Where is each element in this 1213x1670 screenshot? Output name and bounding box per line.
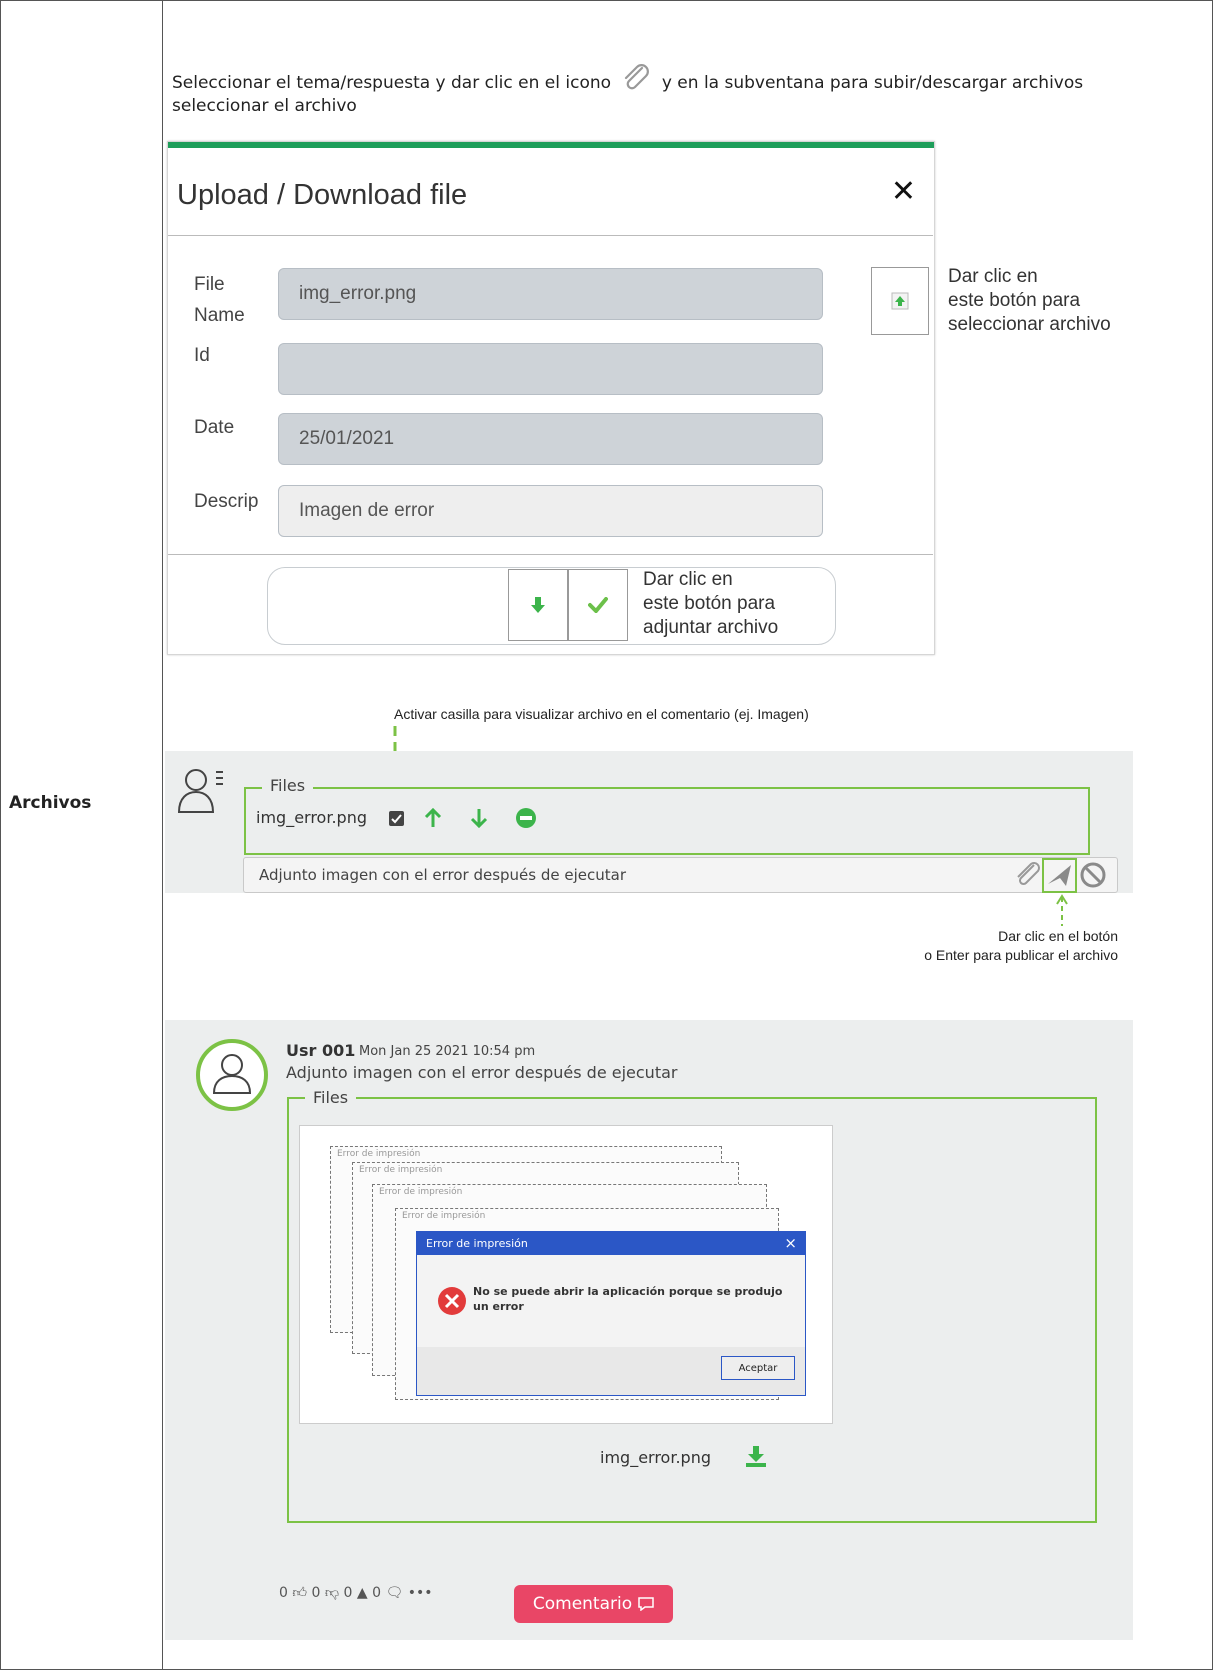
annotation-publish-line1: Dar clic en el botón (998, 928, 1118, 944)
id-label: Id (194, 345, 210, 366)
file-name-label-line1: File (194, 274, 225, 295)
date-label: Date (194, 417, 235, 438)
row-label: Archivos (9, 793, 92, 813)
dashed-arrow-up (1056, 894, 1068, 926)
stacked-window-title: Error de impresión (337, 1149, 421, 1159)
upload-download-dialog: Upload / Download file ✕ File Name img_e… (167, 141, 935, 655)
column-separator (162, 0, 163, 1670)
cancel-icon[interactable] (1079, 861, 1107, 889)
close-icon: × (784, 1234, 797, 1252)
arrow-down-icon[interactable] (470, 808, 488, 828)
files-fieldset: Files Error de impresión Error de impres… (287, 1088, 1097, 1523)
annotation-line: este botón para (643, 593, 776, 614)
files-legend: Files (305, 1088, 357, 1107)
upload-file-icon (891, 292, 909, 310)
file-name-label: File Name (194, 269, 245, 331)
post-timestamp: Mon Jan 25 2021 10:54 pm (359, 1044, 536, 1059)
instruction-text: Seleccionar el tema/respuesta y dar clic… (172, 62, 1092, 118)
comment-button[interactable]: Comentario (514, 1585, 673, 1623)
error-icon (438, 1287, 466, 1315)
comment-button-label: Comentario (532, 1594, 633, 1614)
annotation-line: seleccionar archivo (948, 314, 1111, 335)
dialog-accent-bar (168, 142, 934, 148)
file-name-field[interactable]: img_error.png (278, 268, 823, 320)
description-field[interactable]: Imagen de error (278, 485, 823, 537)
download-button[interactable] (508, 569, 568, 641)
show-in-comment-checkbox[interactable] (389, 811, 404, 826)
speech-bubble-icon (638, 1597, 654, 1611)
error-dialog: Error de impresión × No se puede abrir l… (416, 1231, 806, 1396)
date-field[interactable]: 25/01/2021 (278, 413, 823, 465)
close-icon[interactable]: ✕ (891, 174, 916, 209)
dialog-footer (168, 554, 933, 654)
annotation-line: Dar clic en (948, 266, 1038, 287)
user-icon (212, 1054, 252, 1094)
comments-count: 0 (372, 1585, 382, 1601)
description-label: Descrip (194, 491, 259, 512)
thumbs-up-icon[interactable]: 👍︎ (288, 1585, 312, 1601)
attach-confirm-button[interactable] (568, 569, 628, 641)
error-message-line2: un error (473, 1300, 524, 1313)
ok-button: Aceptar (721, 1356, 795, 1380)
arrow-down-icon (531, 597, 545, 613)
publish-button[interactable] (1042, 858, 1077, 893)
thumbs-down-icon[interactable]: 👎︎ (320, 1585, 343, 1601)
download-icon[interactable] (744, 1444, 768, 1468)
annotation-line: adjuntar archivo (643, 617, 779, 638)
annotation-publish-line2: o Enter para publicar el archivo (924, 947, 1118, 963)
check-icon (588, 597, 608, 613)
comment-composer: Files img_error.png Adjunto imagen con e… (165, 751, 1133, 893)
post-stats: 0 👍︎ 0 👎︎ 0 ▲ 0 🗨︎ ••• (279, 1584, 432, 1601)
attached-file-name: img_error.png (256, 808, 367, 827)
instruction-before: Seleccionar el tema/respuesta y dar clic… (172, 73, 612, 93)
comment-post: Usr 001 Mon Jan 25 2021 10:54 pm Adjunto… (165, 1020, 1133, 1640)
user-icon (177, 769, 223, 813)
chat-icon[interactable]: 🗨︎ (381, 1585, 408, 1601)
avatar (196, 1039, 268, 1111)
likes-count: 0 (279, 1585, 288, 1601)
paperclip-icon (620, 62, 652, 94)
checkmark-icon (391, 814, 402, 824)
dialog-body: File Name img_error.png Id Date 25/01/20… (168, 235, 933, 645)
annotation-attach-file: Dar clic en este botón para adjuntar arc… (643, 568, 778, 640)
files-legend: Files (262, 776, 314, 795)
stacked-window-title: Error de impresión (402, 1211, 486, 1221)
post-text: Adjunto imagen con el error después de e… (286, 1063, 678, 1082)
attached-image[interactable]: Error de impresión Error de impresión Er… (299, 1125, 833, 1424)
attached-file-name[interactable]: img_error.png (600, 1448, 711, 1467)
error-dialog-title: Error de impresión (426, 1237, 528, 1250)
warning-icon[interactable]: ▲ (352, 1585, 372, 1601)
error-message-line1: No se puede abrir la aplicación porque s… (473, 1285, 783, 1298)
stacked-window-title: Error de impresión (359, 1165, 443, 1175)
stacked-window-title: Error de impresión (379, 1187, 463, 1197)
annotation-checkbox: Activar casilla para visualizar archivo … (394, 706, 809, 722)
annotation-line: Dar clic en (643, 569, 733, 590)
annotation-select-file: Dar clic en este botón para seleccionar … (948, 265, 1111, 337)
id-field[interactable] (278, 343, 823, 395)
annotation-line: este botón para (948, 290, 1081, 311)
arrow-up-icon[interactable] (424, 808, 442, 828)
paperclip-icon[interactable] (1014, 861, 1042, 889)
files-fieldset: Files img_error.png (244, 776, 1090, 855)
comment-input[interactable]: Adjunto imagen con el error después de e… (243, 857, 1118, 893)
post-author[interactable]: Usr 001 (286, 1041, 355, 1060)
send-icon (1048, 865, 1071, 886)
dialog-title: Upload / Download file (177, 179, 468, 211)
remove-icon[interactable] (515, 807, 537, 829)
file-name-label-line2: Name (194, 305, 245, 326)
select-file-button[interactable] (871, 267, 929, 335)
more-icon[interactable]: ••• (408, 1585, 433, 1601)
error-dialog-titlebar: Error de impresión × (417, 1232, 805, 1255)
